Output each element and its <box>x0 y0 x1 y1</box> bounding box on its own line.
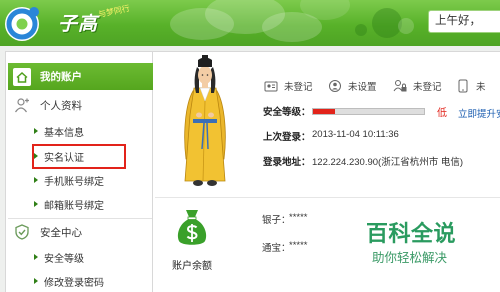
status-item-user-badge[interactable]: 未设置 <box>328 79 377 93</box>
status-item-user-lock[interactable]: 未登记 <box>393 79 442 93</box>
balance-title: 账户余额 <box>172 261 212 272</box>
sidebar-item-change-password[interactable]: 修改登录密码 <box>30 270 148 292</box>
logo-text[interactable]: 子高 <box>58 9 98 36</box>
id-card-icon <box>264 81 278 92</box>
home-icon <box>13 67 31 86</box>
sidebar-item-basic-info[interactable]: 基本信息 <box>30 120 148 142</box>
status-label: 未登记 <box>413 82 442 93</box>
watermark-title: 百科全说 <box>366 221 457 246</box>
greeting-text: 上午好， <box>435 15 481 27</box>
balance-row-label: 银子： <box>262 215 291 226</box>
section-divider <box>155 197 500 198</box>
sidebar-item-security-level[interactable]: 安全等级 <box>30 246 148 268</box>
security-level-fill <box>313 109 336 114</box>
money-bag-icon <box>177 210 207 245</box>
login-address-value: 122.224.230.90(浙江省杭州市 电信) <box>312 157 464 168</box>
upgrade-security-link[interactable]: 立即提升安 <box>458 109 500 118</box>
watermark-subtitle: 助你轻松解决 <box>372 251 448 265</box>
sidebar-group-label: 安全中心 <box>40 226 82 239</box>
sidebar-item-email-binding[interactable]: 邮箱账号绑定 <box>30 193 148 215</box>
sidebar-item-label: 我的账户 <box>40 71 82 83</box>
user-badge-icon <box>329 80 341 92</box>
upgrade-security-link-container: 立即提升安 <box>458 104 500 118</box>
person-icon <box>14 97 30 113</box>
security-level-label: 安全等级： <box>263 107 311 118</box>
sidebar-item-label: 安全等级 <box>44 253 84 265</box>
sidebar-item-label: 基本信息 <box>44 127 84 139</box>
highlight-annotation-box <box>32 144 126 169</box>
sidebar-item-label: 修改登录密码 <box>44 277 104 289</box>
sidebar-group-personal-info[interactable]: 个人资料 <box>12 96 150 114</box>
top-banner: 子高 与梦同行 上午好， <box>0 0 500 46</box>
sidebar-item-label: 邮箱账号绑定 <box>44 200 104 212</box>
login-address-label: 登录地址： <box>263 157 311 168</box>
sidebar-group-label: 个人资料 <box>40 99 82 112</box>
security-level-bar <box>312 108 425 115</box>
status-label: 未登记 <box>284 82 313 93</box>
greeting-box: 上午好， <box>428 10 500 33</box>
shield-icon <box>14 224 30 240</box>
arrow-right-icon <box>34 128 38 134</box>
arrow-right-icon <box>34 278 38 284</box>
balance-row-value: ***** <box>289 240 308 251</box>
last-login-value: 2013-11-04 10:11:36 <box>312 129 399 140</box>
logo-icon[interactable] <box>3 3 43 43</box>
security-level-value: 低 <box>437 108 447 119</box>
status-item-id-card[interactable]: 未登记 <box>264 79 313 93</box>
status-label: 未设置 <box>348 82 377 93</box>
arrow-right-icon <box>34 201 38 207</box>
balance-row-value: ***** <box>289 212 308 223</box>
balance-row-label: 通宝： <box>262 243 291 254</box>
last-login-label: 上次登录： <box>263 132 311 143</box>
sidebar-item-my-account[interactable]: 我的账户 <box>8 63 153 90</box>
circle-decoration <box>355 24 367 36</box>
circle-decoration <box>398 18 414 34</box>
phone-icon <box>458 79 468 93</box>
user-lock-icon <box>393 80 407 92</box>
arrow-right-icon <box>34 177 38 183</box>
sidebar-item-label: 手机账号绑定 <box>44 176 104 188</box>
status-item-phone[interactable]: 未 <box>456 79 486 93</box>
status-label: 未 <box>476 82 486 93</box>
arrow-right-icon <box>34 254 38 260</box>
avatar <box>184 55 226 186</box>
sidebar-group-security-center[interactable]: 安全中心 <box>12 223 150 241</box>
logo-slogan: 与梦同行 <box>97 3 131 20</box>
sidebar-divider <box>8 218 152 219</box>
sidebar-item-phone-binding[interactable]: 手机账号绑定 <box>30 169 148 191</box>
